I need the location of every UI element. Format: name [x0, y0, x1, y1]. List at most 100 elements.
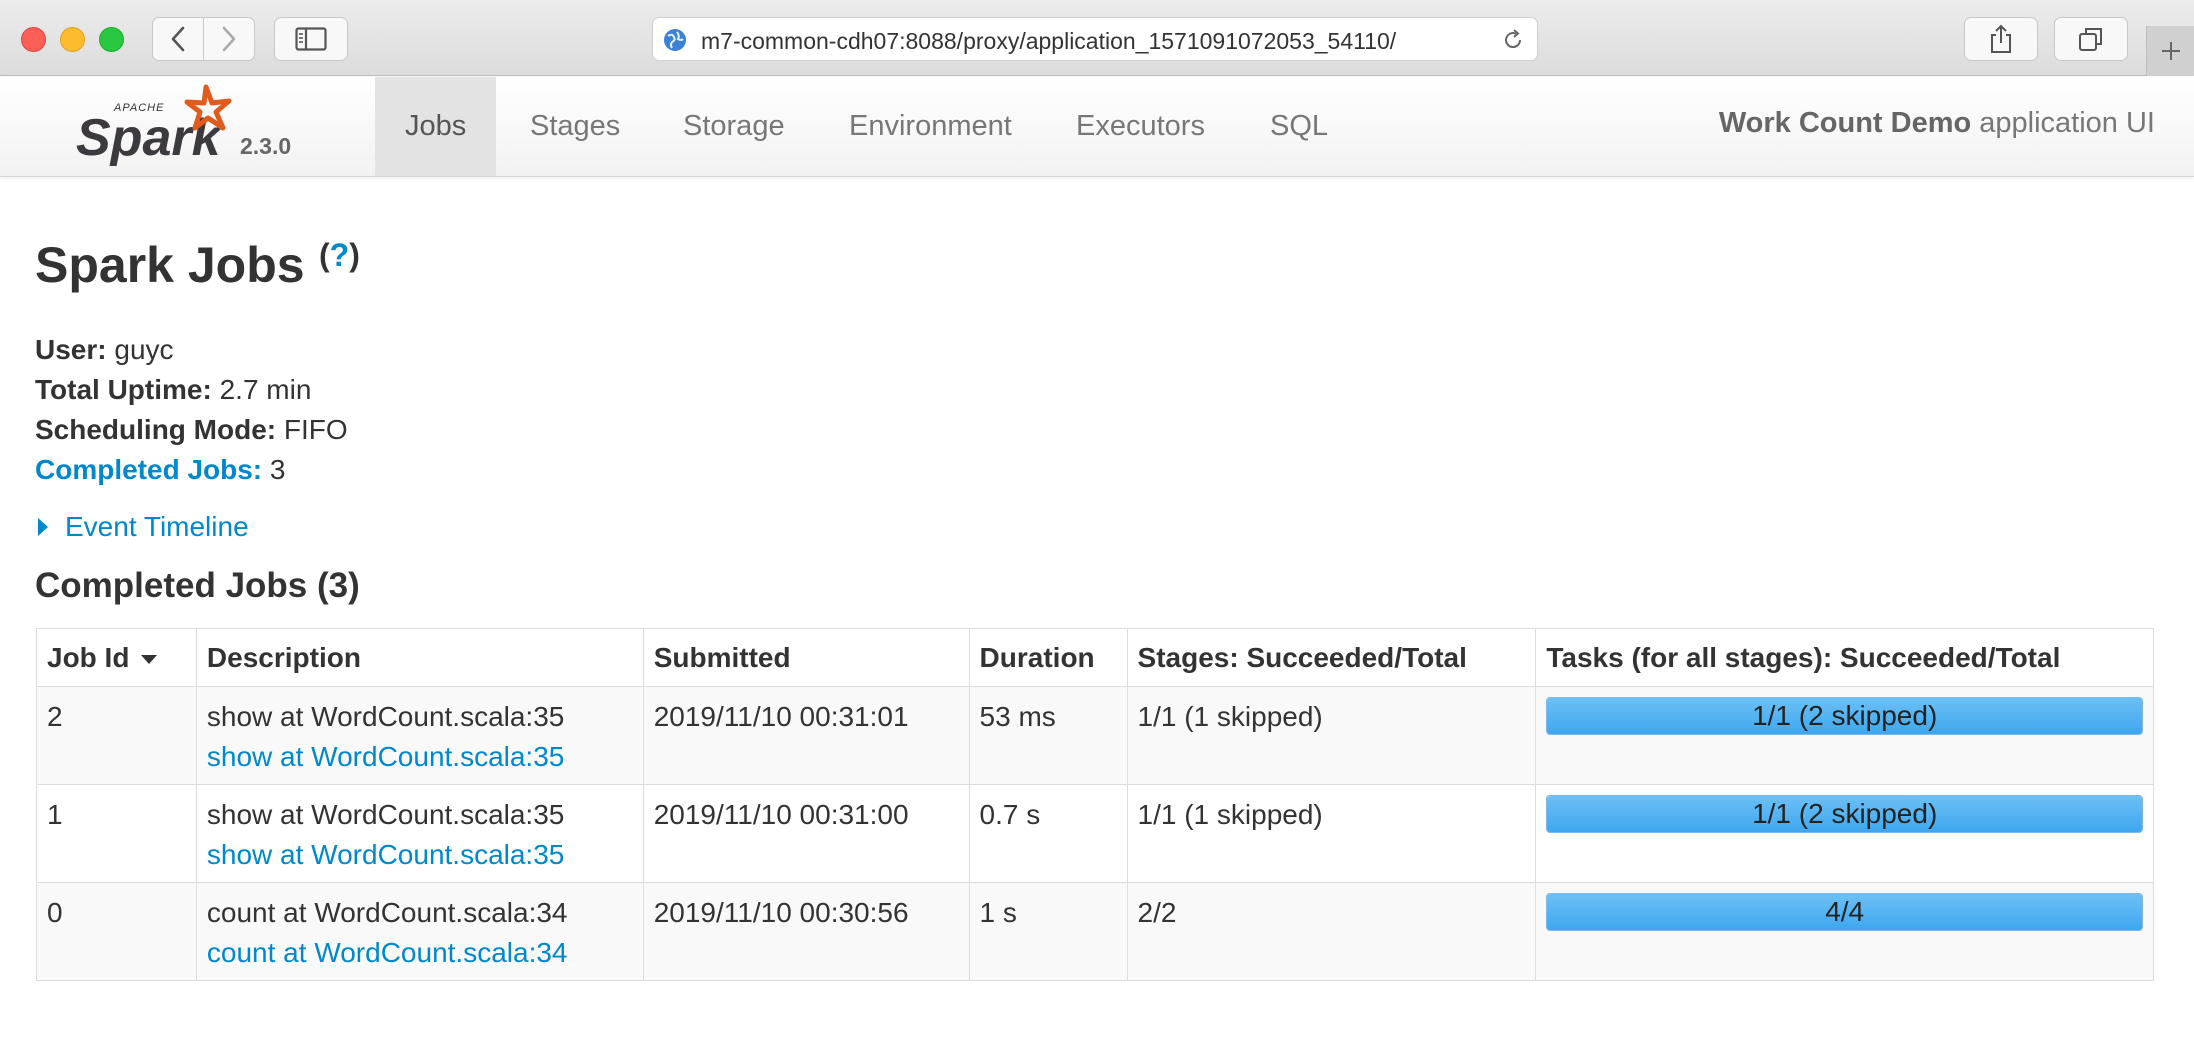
scheduling-label: Scheduling Mode:: [35, 414, 277, 445]
tab-stages[interactable]: Stages: [500, 77, 650, 176]
cell-submitted: 2019/11/10 00:31:00: [642, 784, 970, 883]
tab-jobs[interactable]: Jobs: [375, 77, 497, 176]
forward-button[interactable]: [203, 17, 255, 61]
tasks-progress-bar: 4/4: [1546, 893, 2143, 931]
completed-jobs-heading[interactable]: Completed Jobs (3): [35, 566, 360, 606]
scheduling-value: FIFO: [283, 414, 348, 445]
header-job-id-label: Job Id: [47, 641, 130, 673]
tab-environment-label: Environment: [849, 110, 1012, 142]
progress-text: 1/1 (2 skipped): [1752, 700, 1938, 731]
cell-duration: 1 s: [968, 882, 1128, 981]
help-icon[interactable]: ?: [330, 237, 350, 273]
spark-navbar: APACHE Spark 2.3.0 Jobs Stages Storage E…: [0, 77, 2194, 177]
header-job-id[interactable]: Job Id: [36, 628, 197, 687]
chevron-right-icon: [222, 26, 236, 52]
summary-scheduling: Scheduling Mode: FIFO: [35, 410, 348, 450]
header-duration-label: Duration: [979, 641, 1095, 673]
back-button[interactable]: [152, 17, 204, 61]
app-name: Work Count Demo: [1718, 107, 1972, 139]
cell-stages: 2/2: [1126, 882, 1537, 981]
summary-completed: Completed Jobs: 3: [35, 450, 348, 490]
maximize-window-button[interactable]: [99, 27, 124, 52]
globe-icon: [664, 29, 686, 51]
job-detail-link[interactable]: show at WordCount.scala:35: [207, 835, 633, 875]
table-row: 1 show at WordCount.scala:35 show at Word…: [36, 784, 2154, 883]
cell-job-id: 0: [36, 882, 197, 981]
cell-submitted: 2019/11/10 00:31:01: [642, 686, 970, 785]
cell-tasks: 1/1 (2 skipped): [1535, 784, 2154, 883]
event-timeline-toggle[interactable]: Event Timeline: [38, 511, 249, 543]
job-detail-link[interactable]: count at WordCount.scala:34: [207, 933, 633, 973]
sort-desc-icon: [141, 654, 158, 664]
header-duration[interactable]: Duration: [968, 628, 1128, 687]
tab-sql[interactable]: SQL: [1240, 77, 1358, 176]
cell-tasks: 1/1 (2 skipped): [1535, 686, 2154, 785]
header-description-label: Description: [206, 641, 361, 673]
header-description[interactable]: Description: [195, 628, 644, 687]
address-bar[interactable]: m7-common-cdh07:8088/proxy/application_1…: [652, 17, 1538, 61]
tab-executors[interactable]: Executors: [1046, 77, 1235, 176]
spark-version: 2.3.0: [240, 133, 292, 159]
cell-description: show at WordCount.scala:35 show at WordCo…: [195, 686, 644, 785]
cell-description: show at WordCount.scala:35 show at WordCo…: [195, 784, 644, 883]
description-text: show at WordCount.scala:35: [206, 799, 565, 830]
spark-logo[interactable]: APACHE Spark: [74, 81, 244, 171]
uptime-value: 2.7 min: [219, 374, 312, 405]
tab-storage[interactable]: Storage: [653, 77, 815, 176]
page-title: Spark Jobs: [35, 237, 305, 293]
event-timeline-label: Event Timeline: [65, 511, 249, 542]
share-button[interactable]: [1964, 17, 2038, 61]
new-tab-button[interactable]: [2146, 26, 2194, 76]
tabs-icon: [2079, 28, 2102, 51]
tab-environment[interactable]: Environment: [819, 77, 1042, 176]
sidebar-toggle-button[interactable]: [274, 17, 348, 61]
table-row: 0 count at WordCount.scala:34 count at Wo…: [36, 882, 2154, 981]
cell-tasks: 4/4: [1535, 882, 2154, 981]
header-submitted[interactable]: Submitted: [642, 628, 970, 687]
sidebar-icon: [295, 27, 327, 51]
user-value: guyc: [114, 334, 174, 365]
expand-arrow-icon: [38, 518, 48, 536]
tab-stages-label: Stages: [530, 110, 621, 142]
reload-icon[interactable]: [1501, 28, 1525, 52]
header-tasks[interactable]: Tasks (for all stages): Succeeded/Total: [1535, 628, 2154, 687]
tab-jobs-label: Jobs: [405, 110, 467, 142]
uptime-label: Total Uptime:: [35, 374, 212, 405]
completed-jobs-count: 3: [269, 454, 286, 485]
tab-executors-label: Executors: [1076, 110, 1205, 142]
cell-stages: 1/1 (1 skipped): [1126, 686, 1537, 785]
cell-duration: 0.7 s: [968, 784, 1128, 883]
summary-uptime: Total Uptime: 2.7 min: [35, 370, 348, 410]
progress-text: 1/1 (2 skipped): [1752, 798, 1938, 829]
user-label: User:: [35, 334, 107, 365]
header-tasks-label: Tasks (for all stages): Succeeded/Total: [1546, 641, 2061, 673]
job-detail-link[interactable]: show at WordCount.scala:35: [207, 737, 633, 777]
help-link[interactable]: (?): [319, 237, 360, 274]
description-text: show at WordCount.scala:35: [206, 701, 565, 732]
cell-stages: 1/1 (1 skipped): [1126, 784, 1537, 883]
minimize-window-button[interactable]: [60, 27, 85, 52]
progress-text: 4/4: [1825, 896, 1865, 927]
completed-jobs-table: Job Id Description Submitted Duration St…: [36, 628, 2154, 981]
completed-jobs-link[interactable]: Completed Jobs:: [35, 454, 262, 485]
close-window-button[interactable]: [21, 27, 46, 52]
show-tabs-button[interactable]: [2054, 17, 2128, 61]
tab-storage-label: Storage: [683, 110, 785, 142]
cell-description: count at WordCount.scala:34 count at Word…: [195, 882, 644, 981]
description-text: count at WordCount.scala:34: [206, 897, 568, 928]
tasks-progress-bar: 1/1 (2 skipped): [1546, 697, 2143, 735]
application-title: Work Count Demo application UI: [1719, 107, 2155, 140]
cell-duration: 53 ms: [968, 686, 1128, 785]
browser-toolbar: m7-common-cdh07:8088/proxy/application_1…: [0, 0, 2194, 76]
chevron-left-icon: [171, 26, 185, 52]
table-header-row: Job Id Description Submitted Duration St…: [36, 628, 2154, 687]
share-icon: [1991, 24, 2011, 53]
cell-job-id: 1: [36, 784, 197, 883]
header-stages[interactable]: Stages: Succeeded/Total: [1126, 628, 1537, 687]
tab-sql-label: SQL: [1270, 110, 1329, 142]
app-title-suffix: application UI: [1971, 107, 2155, 139]
summary-user: User: guyc: [35, 330, 348, 370]
header-stages-label: Stages: Succeeded/Total: [1137, 641, 1467, 673]
svg-text:Spark: Spark: [76, 109, 224, 167]
url-text: m7-common-cdh07:8088/proxy/application_1…: [701, 28, 1397, 54]
